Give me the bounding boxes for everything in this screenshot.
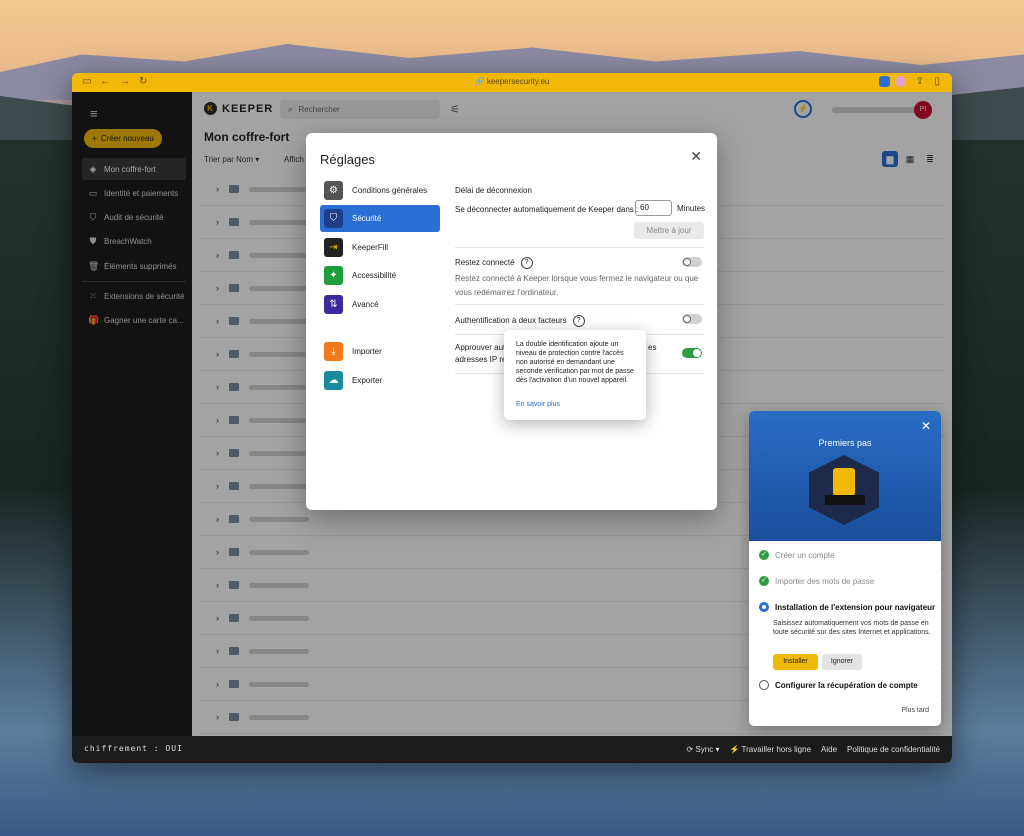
menu-item-label: Sécurité <box>352 214 382 223</box>
twofa-toggle[interactable] <box>682 314 702 324</box>
step-label: Configurer la récupération de compte <box>775 680 918 690</box>
ignore-button[interactable]: Ignorer <box>822 654 862 670</box>
menu-item-general[interactable]: ⚙ Conditions générales <box>320 177 440 204</box>
check-icon: ✓ <box>759 550 769 560</box>
step-install-extension[interactable]: Installation de l'extension pour navigat… <box>759 602 935 612</box>
step-create-account[interactable]: ✓ Créer un compte <box>759 550 835 560</box>
menu-item-advanced[interactable]: ⇅ Avancé <box>320 291 440 318</box>
approve-label-line2: adresses IP rec <box>455 355 511 364</box>
getting-started-panel: Premiers pas ✕ ✓ Créer un compte ✓ Impor… <box>749 411 941 726</box>
minutes-label: Minutes <box>677 204 706 213</box>
menu-item-label: KeeperFill <box>352 243 389 252</box>
approve-label: Approuver aut <box>455 343 506 352</box>
approve-label-end: es <box>648 343 657 352</box>
stay-connected-label: Restez connecté? <box>455 257 533 269</box>
logout-label: Se déconnecter automatiquement de Keeper… <box>455 205 639 214</box>
logout-minutes-input[interactable]: 60 <box>635 200 672 216</box>
update-button[interactable]: Mettre à jour <box>634 222 704 239</box>
privacy-link[interactable]: Politique de confidentialité <box>847 745 940 754</box>
offline-label: Travailler hors ligne <box>741 745 812 754</box>
keeperfill-icon: ⇥ <box>324 238 343 257</box>
help-icon[interactable]: ? <box>572 315 585 327</box>
radio-icon <box>759 680 769 690</box>
menu-item-label: Conditions générales <box>352 186 428 195</box>
menu-item-label: Exporter <box>352 376 383 385</box>
sync-button[interactable]: ⟳ Sync ▾ <box>686 745 719 754</box>
import-icon: ⤓ <box>324 342 343 361</box>
step-description: Saisissez automatiquement vos mots de pa… <box>773 620 931 636</box>
menu-item-label: Importer <box>352 347 382 356</box>
step-label: Créer un compte <box>775 550 835 560</box>
export-icon: ☁ <box>324 371 343 390</box>
menu-item-accessibility[interactable]: ✦ Accessibilité <box>320 262 440 289</box>
status-bar: chiffrement : OUI ⟳ Sync ▾ ⚡ Travailler … <box>72 736 952 763</box>
illustration-base <box>825 495 865 505</box>
lock-illustration-icon <box>833 468 855 496</box>
encryption-status: chiffrement : OUI <box>84 744 183 753</box>
menu-item-label: Accessibilité <box>352 271 397 280</box>
menu-item-security[interactable]: ⛉ Sécurité <box>320 205 440 232</box>
share-icon[interactable]: ⇪ <box>916 76 924 87</box>
step-label: Installation de l'extension pour navigat… <box>775 602 936 612</box>
later-link[interactable]: Plus tard <box>901 707 929 714</box>
sync-label: Sync <box>695 745 714 754</box>
divider <box>455 304 704 305</box>
stay-connected-text: Restez connecté <box>455 258 515 268</box>
close-icon[interactable]: ✕ <box>921 419 931 433</box>
help-link[interactable]: Aide <box>821 745 837 754</box>
gear-icon: ⚙ <box>324 181 343 200</box>
dialog-title: Réglages <box>320 152 375 167</box>
close-icon[interactable]: ✕ <box>690 148 702 165</box>
menu-item-label: Avancé <box>352 300 379 309</box>
shield-icon: ⛉ <box>324 209 343 228</box>
step-label: Importer des mots de passe <box>775 576 875 586</box>
logout-heading: Délai de déconnexion <box>455 186 532 195</box>
address-bar[interactable]: 🔗 keepersecurity.eu <box>72 77 952 86</box>
divider <box>455 247 704 248</box>
settings-dialog: Réglages ✕ ⚙ Conditions générales ⛉ Sécu… <box>306 133 717 510</box>
radio-selected-icon <box>759 602 769 612</box>
step-import-passwords[interactable]: ✓ Importer des mots de passe <box>759 576 874 586</box>
menu-item-keeperfill[interactable]: ⇥ KeeperFill <box>320 234 440 261</box>
accessibility-icon: ✦ <box>324 266 343 285</box>
keeper-extension-icon[interactable] <box>879 76 890 87</box>
check-icon: ✓ <box>759 576 769 586</box>
browser-titlebar: ▭ ← → ↻ 🔗 keepersecurity.eu ⇪ ▯ <box>72 73 952 92</box>
sliders-icon: ⇅ <box>324 295 343 314</box>
stay-connected-desc: Restez connecté à Keeper lorsque vous fe… <box>455 274 699 297</box>
twofa-label: Authentification à deux facteurs? <box>455 315 585 327</box>
sync-icon: ⟳ <box>686 745 694 754</box>
status-actions: ⟳ Sync ▾ ⚡ Travailler hors ligne Aide Po… <box>686 745 940 754</box>
menu-item-export[interactable]: ☁ Exporter <box>320 367 440 394</box>
step-account-recovery[interactable]: Configurer la récupération de compte <box>759 680 918 690</box>
offline-button[interactable]: ⚡ Travailler hors ligne <box>729 745 811 754</box>
learn-more-link[interactable]: En savoir plus <box>516 401 560 408</box>
extension-icon[interactable] <box>895 76 906 87</box>
address-url: keepersecurity.eu <box>486 77 550 86</box>
twofa-text: Authentification à deux facteurs <box>455 316 567 326</box>
menu-item-import[interactable]: ⤓ Importer <box>320 338 440 365</box>
getting-started-header: Premiers pas ✕ <box>749 411 941 541</box>
stay-connected-toggle[interactable] <box>682 257 702 267</box>
twofa-tooltip: La double identification ajoute un nivea… <box>504 330 646 420</box>
tabs-icon[interactable]: ▯ <box>934 76 940 87</box>
help-icon[interactable]: ? <box>520 257 533 269</box>
tooltip-text: La double identification ajoute un nivea… <box>516 341 634 384</box>
approve-ip-toggle[interactable] <box>682 348 702 358</box>
getting-started-title: Premiers pas <box>818 438 872 448</box>
install-button[interactable]: Installer <box>773 654 818 670</box>
bolt-icon: ⚡ <box>729 745 740 754</box>
